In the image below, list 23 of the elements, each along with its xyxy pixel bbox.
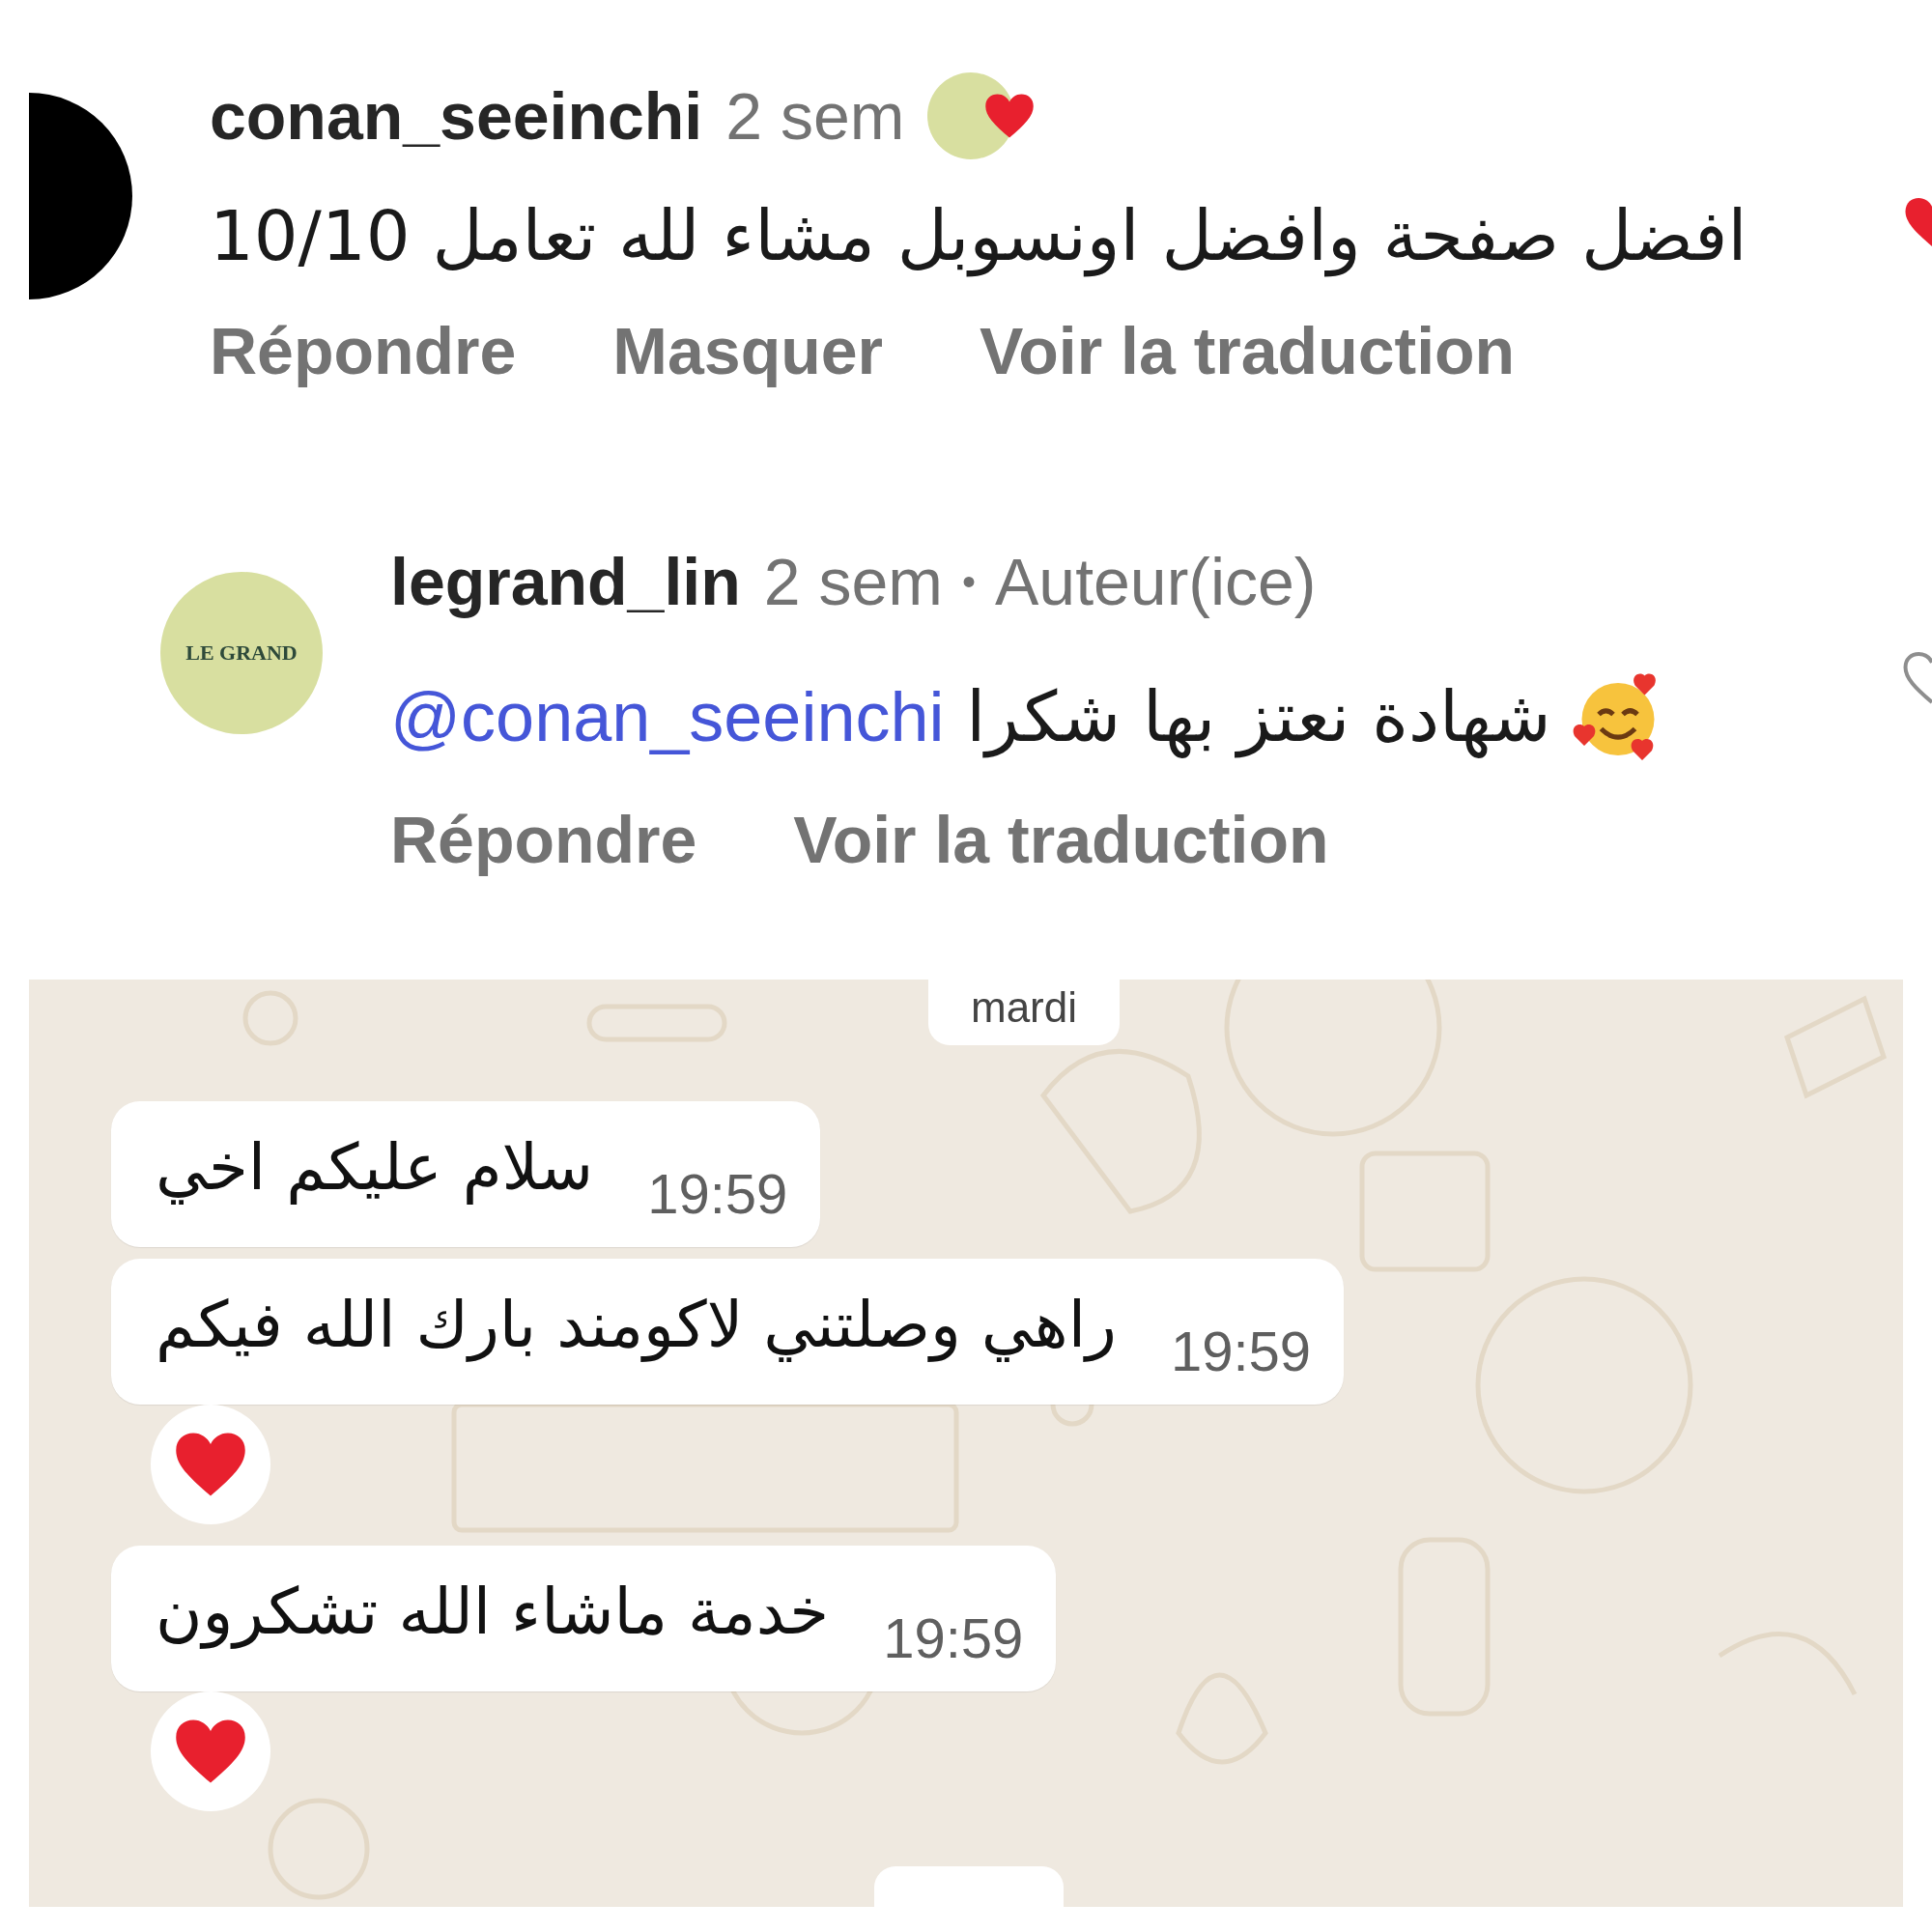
comment-text: افضل صفحة وافضل اونسوبل مشاء لله تعامل 10/10 [210,195,1747,276]
avatar-logo-text: LE GRAND [185,640,298,666]
comment-time: 2 sem [763,544,943,619]
separator-dot: • [961,559,976,604]
comment-action-link[interactable]: Voir la traduction [980,313,1516,388]
username[interactable]: legrand_lin [390,544,741,619]
message-text: سلام عليكم اخي [156,1130,594,1207]
author-label: Auteur(ice) [994,544,1317,619]
message-time: 19:59 [883,1605,1024,1670]
comment-action-link[interactable]: Répondre [210,313,517,388]
message-time: 19:59 [647,1161,788,1226]
comment-action-link[interactable]: Voir la traduction [793,802,1329,877]
comment-time: 2 sem [725,78,905,154]
mention-link[interactable]: @conan_seeinchi [390,678,945,755]
message-text: خدمة ماشاء الله تشكرون [156,1575,830,1651]
like-heart-icon[interactable] [1903,195,1932,249]
message-text: راهي وصلتني لاكومند بارك الله فيكم [156,1288,1117,1364]
username[interactable]: conan_seeinchi [210,78,703,154]
message-time: 19:59 [1170,1319,1312,1383]
avatar[interactable]: LE GRAND [160,572,323,734]
date-label: mardi [928,980,1121,1045]
comment-action-link[interactable]: Répondre [390,802,697,877]
comment-action-link[interactable]: Masquer [612,313,883,388]
